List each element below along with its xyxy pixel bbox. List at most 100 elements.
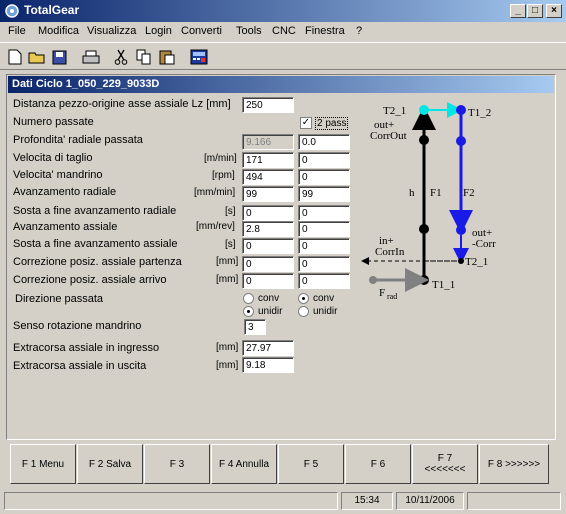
corrarr-unit: [mm] (216, 274, 239, 285)
direzione-label: Direzione passata (15, 293, 104, 305)
status-extra (467, 492, 561, 510)
print-icon[interactable] (80, 47, 102, 67)
extraing-unit: [mm] (216, 342, 239, 353)
open-folder-icon[interactable] (26, 47, 48, 67)
label-minus-corr: -Corr (472, 238, 496, 250)
vmandrino-input-2[interactable]: 0 (298, 169, 350, 185)
direction-1-unidir-radio[interactable] (243, 306, 254, 317)
corrpart-unit: [mm] (216, 256, 239, 267)
senso-input[interactable]: 3 (244, 319, 266, 335)
sostaass-unit: [s] (225, 239, 236, 250)
sostaass-label: Sosta a fine avanzamento assiale (13, 238, 178, 250)
vtaglio-input-2[interactable]: 0 (298, 152, 350, 168)
profondita-input-1: 9.166 (242, 134, 294, 150)
f7-prev-button[interactable]: F 7 <<<<<<< (412, 444, 478, 484)
vmandrino-input-1[interactable]: 494 (242, 169, 294, 185)
vtaglio-unit: [m/min] (204, 153, 237, 164)
status-time: 15:34 (341, 492, 393, 510)
passate-label: Numero passate (13, 116, 94, 128)
extrauscita-unit: [mm] (216, 360, 239, 371)
avrad-input-1[interactable]: 99 (242, 186, 294, 202)
label-h: h (409, 187, 415, 199)
paste-icon[interactable] (156, 47, 178, 67)
avass-unit: [mm/rev] (196, 221, 235, 232)
label-corrin: CorrIn (375, 246, 405, 258)
app-gear-icon (5, 4, 19, 18)
avass-input-2[interactable]: 0 (298, 221, 350, 237)
menu-file[interactable]: File (8, 25, 26, 37)
save-icon[interactable] (48, 47, 70, 67)
avrad-input-2[interactable]: 99 (298, 186, 350, 202)
window-title: TotalGear (24, 3, 80, 17)
direction-2-unidir-label: unidir (313, 306, 338, 317)
vmandrino-label: Velocita' mandrino (13, 169, 103, 181)
avass-input-1[interactable]: 2.8 (242, 221, 294, 237)
profondita-input-2[interactable]: 0.0 (298, 134, 350, 150)
menu-login[interactable]: Login (145, 25, 172, 37)
sostarad-unit: [s] (225, 206, 236, 217)
copy-icon[interactable] (133, 47, 155, 67)
f2-save-button[interactable]: F 2 Salva (77, 444, 143, 484)
f5-button[interactable]: F 5 (278, 444, 344, 484)
avass-label: Avanzamento assiale (13, 221, 118, 233)
f3-button[interactable]: F 3 (144, 444, 210, 484)
extrauscita-label: Extracorsa assiale in uscita (13, 360, 147, 372)
title-bar: TotalGear _ □ × (0, 0, 566, 22)
sostarad-input-1[interactable]: 0 (242, 205, 294, 221)
menu-bar: File Modifica Visualizza Login Converti … (0, 22, 566, 42)
label-t1-1: T1_1 (432, 279, 455, 291)
f8-next-button[interactable]: F 8 >>>>>> (479, 444, 549, 484)
lz-label: Distanza pezzo-origine asse assiale Lz [… (13, 98, 231, 110)
cut-icon[interactable] (110, 47, 132, 67)
vtaglio-input-1[interactable]: 171 (242, 152, 294, 168)
close-button[interactable]: × (546, 4, 562, 18)
corrarr-input-2[interactable]: 0 (298, 273, 350, 289)
two-pass-checkbox[interactable]: ✓ (300, 117, 312, 129)
extrauscita-input[interactable]: 9.18 (242, 357, 294, 373)
menu-cnc[interactable]: CNC (272, 25, 296, 37)
lz-input[interactable]: 250 (242, 97, 294, 113)
avrad-unit: [mm/min] (194, 187, 236, 198)
menu-tools[interactable]: Tools (236, 25, 262, 37)
new-file-icon[interactable] (4, 47, 26, 67)
label-t1-2: T1_2 (468, 107, 491, 119)
label-f2: F2 (463, 187, 475, 199)
menu-converti[interactable]: Converti (181, 25, 222, 37)
f6-button[interactable]: F 6 (345, 444, 411, 484)
calculator-icon[interactable] (188, 47, 210, 67)
maximize-button[interactable]: □ (527, 4, 543, 18)
menu-finestra[interactable]: Finestra (305, 25, 345, 37)
sostarad-input-2[interactable]: 0 (298, 205, 350, 221)
corrpart-input-1[interactable]: 0 (242, 256, 294, 272)
status-date: 10/11/2006 (396, 492, 464, 510)
label-frad: F (379, 287, 385, 299)
direction-2-conv-radio[interactable] (298, 293, 309, 304)
f4-cancel-button[interactable]: F 4 Annulla (211, 444, 277, 484)
corrarr-label: Correzione posiz. assiale arrivo (13, 274, 167, 286)
two-pass-label: 2 pass (315, 117, 349, 130)
corrpart-label: Correzione posiz. assiale partenza (13, 256, 182, 268)
sostaass-input-1[interactable]: 0 (242, 238, 294, 254)
extraing-label: Extracorsa assiale in ingresso (13, 342, 160, 354)
direction-2-unidir-radio[interactable] (298, 306, 309, 317)
corrpart-input-2[interactable]: 0 (298, 256, 350, 272)
menu-help[interactable]: ? (356, 25, 362, 37)
f1-menu-button[interactable]: F 1 Menu (10, 444, 76, 484)
vmandrino-unit: [rpm] (212, 170, 235, 181)
extraing-input[interactable]: 27.97 (242, 340, 294, 356)
minimize-button[interactable]: _ (510, 4, 526, 18)
direction-1-unidir-label: unidir (258, 306, 283, 317)
cycle-diagram: T2_1 T1_2 out+ CorrOut h F1 F2 out+ -Cor… (361, 102, 496, 301)
sostaass-input-2[interactable]: 0 (298, 238, 350, 254)
sostarad-label: Sosta a fine avanzamento radiale (13, 205, 177, 217)
direction-1-conv-radio[interactable] (243, 293, 254, 304)
menu-visualizza[interactable]: Visualizza (87, 25, 136, 37)
panel-header: Dati Ciclo 1_050_229_9033D (8, 76, 554, 93)
menu-modifica[interactable]: Modifica (38, 25, 79, 37)
label-corrout: CorrOut (370, 130, 407, 142)
label-frad-sub: rad (387, 292, 397, 301)
direction-1-conv-label: conv (258, 293, 280, 304)
label-t2-1-top: T2_1 (383, 105, 406, 117)
toolbar (0, 42, 566, 70)
corrarr-input-1[interactable]: 0 (242, 273, 294, 289)
